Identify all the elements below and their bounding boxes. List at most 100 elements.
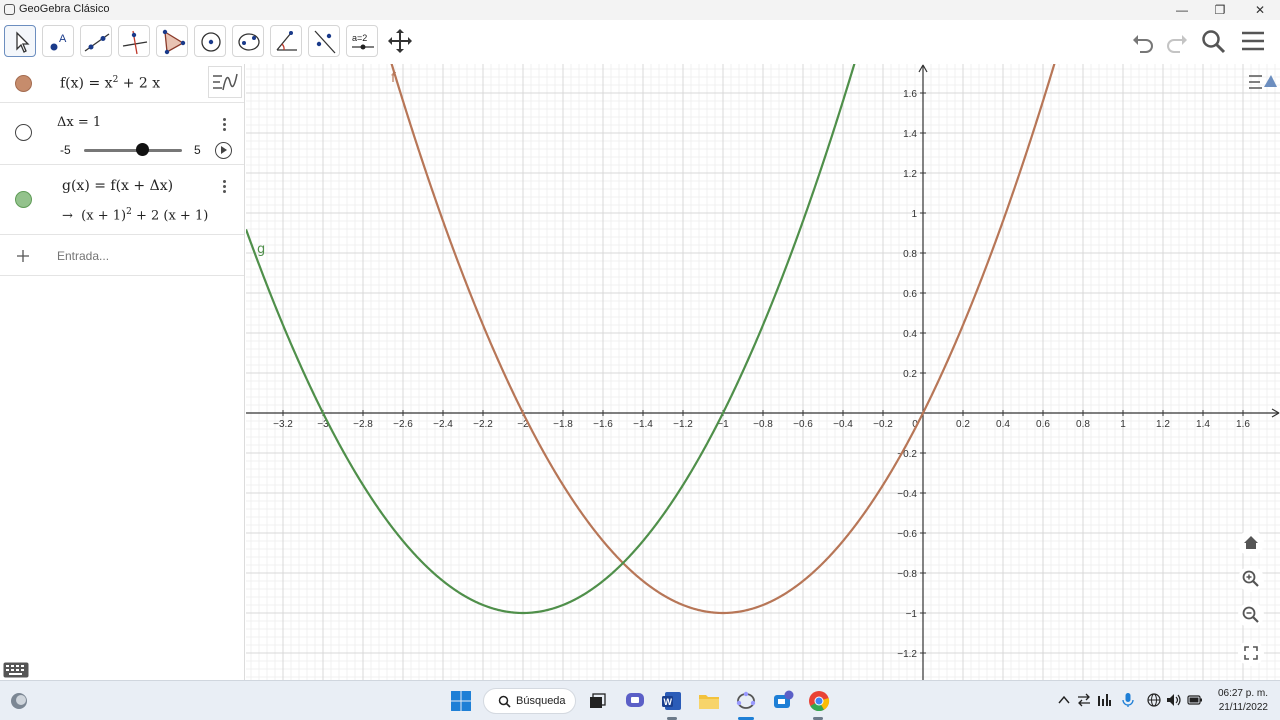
y-tick-label: 1.6	[903, 89, 917, 100]
f-curve-label: f	[391, 71, 396, 86]
menu-icon[interactable]	[1240, 28, 1268, 56]
globe-icon[interactable]	[1147, 693, 1161, 707]
window-titlebar: GeoGebra Clásico — ❐ ✕	[0, 0, 1280, 20]
g-definition[interactable]: g(x) = f(x + Δx)	[62, 178, 173, 194]
teams-icon[interactable]	[772, 690, 794, 712]
svg-text:W: W	[664, 697, 673, 707]
microphone-icon[interactable]	[1122, 692, 1134, 708]
slider-label[interactable]: Δx = 1	[57, 115, 101, 130]
x-tick-label: 0.4	[996, 419, 1010, 430]
graph-style-icon[interactable]	[208, 66, 242, 98]
algebra-input-field[interactable]	[57, 246, 227, 266]
polygon-tool[interactable]	[156, 25, 188, 57]
move-view-icon	[388, 29, 412, 53]
y-tick-label: 0.2	[903, 369, 917, 380]
y-tick-label: −1	[906, 609, 918, 620]
redo-icon[interactable]	[1162, 28, 1190, 56]
taskbar-search-label: Búsqueda	[516, 695, 566, 707]
slider-track[interactable]	[84, 149, 182, 152]
visibility-marble-slider[interactable]	[15, 124, 32, 141]
slider-min: -5	[60, 143, 71, 157]
slider-tool[interactable]: a=2	[346, 25, 378, 57]
x-tick-label: −2.2	[473, 419, 493, 430]
windows-taskbar: Búsqueda W 06:27 p. m. 21/11/2022	[0, 680, 1280, 720]
circle-center-icon	[201, 32, 221, 52]
minimize-button[interactable]: —	[1162, 0, 1202, 20]
network-transfer-icon[interactable]	[1077, 693, 1091, 707]
x-tick-label: −0.8	[753, 419, 773, 430]
pointer-arrow-icon	[16, 31, 30, 53]
x-tick-label: −0.4	[833, 419, 853, 430]
taskbar-clock[interactable]: 06:27 p. m. 21/11/2022	[1210, 687, 1268, 715]
visibility-marble-g[interactable]	[15, 191, 32, 208]
clock-date: 21/11/2022	[1218, 702, 1268, 713]
keyboard-icon[interactable]	[3, 662, 29, 678]
maximize-button[interactable]: ❐	[1200, 0, 1240, 20]
windows-start-icon[interactable]	[450, 690, 472, 712]
x-tick-label: 1.4	[1196, 419, 1210, 430]
chat-icon[interactable]	[624, 690, 646, 712]
close-button[interactable]: ✕	[1240, 0, 1280, 20]
geogebra-taskbar-icon[interactable]	[735, 690, 757, 712]
angle-tool[interactable]	[270, 25, 302, 57]
undo-icon[interactable]	[1130, 28, 1158, 56]
angle-icon	[276, 31, 297, 51]
point-tool[interactable]: A	[42, 25, 74, 57]
y-tick-label: −0.6	[897, 529, 917, 540]
home-icon[interactable]	[1238, 530, 1264, 556]
move-graphics-tool[interactable]	[384, 25, 416, 57]
algebra-row-f[interactable]: f(x) = x2 + 2 x	[0, 64, 244, 103]
circle-tool[interactable]	[194, 25, 226, 57]
audio-meter-icon[interactable]	[1097, 693, 1111, 707]
y-tick-label: 0.4	[903, 329, 917, 340]
move-tool[interactable]	[4, 25, 36, 57]
task-view-icon[interactable]	[586, 690, 608, 712]
f-definition[interactable]: f(x) = x2 + 2 x	[60, 75, 160, 92]
file-explorer-icon[interactable]	[698, 690, 720, 712]
ellipse-tool[interactable]	[232, 25, 264, 57]
x-tick-label: −1.4	[633, 419, 653, 430]
x-tick-label: 1.2	[1156, 419, 1170, 430]
x-tick-label: −3.2	[273, 419, 293, 430]
slider-knob[interactable]	[136, 143, 150, 156]
zoom-out-icon[interactable]	[1238, 602, 1264, 628]
y-tick-label: 1.2	[903, 169, 917, 180]
y-tick-label: 1.4	[903, 129, 917, 140]
search-icon[interactable]	[1200, 28, 1228, 56]
reflect-tool[interactable]	[308, 25, 340, 57]
plus-icon[interactable]	[16, 249, 30, 263]
x-tick-label: −1.8	[553, 419, 573, 430]
kebab-menu-icon[interactable]	[219, 179, 229, 195]
slider-icon: a=2	[352, 33, 374, 50]
algebra-input-row[interactable]	[0, 235, 244, 276]
algebra-row-g[interactable]: g(x) = f(x + Δx) → (x + 1)2 + 2 (x + 1)	[0, 165, 244, 235]
g-curve-label: g	[257, 242, 265, 257]
word-icon[interactable]: W	[661, 690, 683, 712]
perpendicular-line-tool[interactable]	[118, 25, 150, 57]
graphics-style-bar-icon[interactable]	[1244, 68, 1278, 96]
chevron-up-icon[interactable]	[1058, 695, 1070, 705]
kebab-menu-icon[interactable]	[219, 117, 229, 133]
play-icon[interactable]	[215, 142, 232, 159]
zoom-in-icon[interactable]	[1238, 566, 1264, 592]
clock-time: 06:27 p. m.	[1217, 688, 1268, 699]
fullscreen-icon[interactable]	[1238, 640, 1264, 666]
visibility-marble-f[interactable]	[15, 75, 32, 92]
algebra-row-slider[interactable]: Δx = 1 -5 5	[0, 103, 244, 165]
perpendicular-icon	[122, 30, 148, 55]
svg-text:A: A	[59, 33, 67, 45]
graphics-view[interactable]: −3.2 −3 −2.8 −2.6 −2.4 −2.2 −2 −1.8 −1.6 −1.4 −1.2…	[246, 64, 1280, 680]
x-tick-label: −2.4	[433, 419, 453, 430]
line-icon	[84, 33, 110, 52]
taskbar-search[interactable]: Búsqueda	[483, 688, 576, 714]
battery-icon[interactable]	[1187, 694, 1203, 706]
volume-icon[interactable]	[1166, 693, 1182, 707]
window-title: GeoGebra Clásico	[19, 3, 110, 15]
weather-icon[interactable]	[8, 690, 30, 712]
search-icon	[498, 695, 511, 708]
chrome-icon[interactable]	[808, 690, 830, 712]
graphics-canvas[interactable]: −3.2 −3 −2.8 −2.6 −2.4 −2.2 −2 −1.8 −1.6 −1.4 −1.2…	[246, 64, 1280, 680]
x-tick-label: −2.6	[393, 419, 413, 430]
svg-text:a=2: a=2	[352, 33, 367, 43]
line-tool[interactable]	[80, 25, 112, 57]
